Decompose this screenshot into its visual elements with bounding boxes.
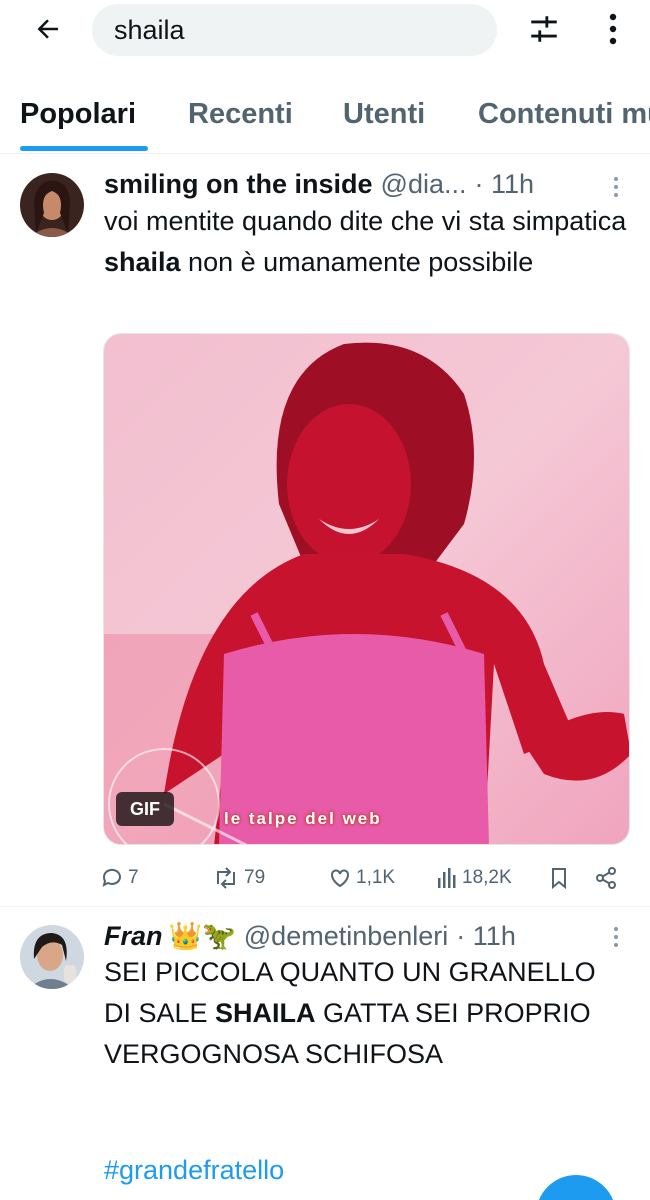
retweet-button[interactable]: 79 <box>212 860 265 896</box>
share-button[interactable] <box>594 860 622 896</box>
compose-button[interactable] <box>536 1175 616 1200</box>
more-vertical-icon <box>614 177 618 197</box>
tweet-media-gif[interactable]: GIF le talpe del web <box>103 333 630 845</box>
back-button[interactable] <box>26 10 70 48</box>
share-icon <box>596 867 616 889</box>
sliders-icon <box>531 16 557 42</box>
reply-icon <box>102 868 121 887</box>
search-tabs: Popolari Recenti Utenti Contenuti multim… <box>0 84 650 154</box>
tweet-text: SEI PICCOLA QUANTO UN GRANELLO DI SALE S… <box>104 957 596 1069</box>
tweet-time[interactable]: · 11h <box>456 921 516 952</box>
tweet-divider <box>0 906 650 907</box>
retweet-count: 79 <box>244 867 266 888</box>
tab-utenti[interactable]: Utenti <box>343 98 425 131</box>
arrow-left-icon <box>37 19 58 39</box>
tweet-actions: 7 79 1,1K 18,2K <box>100 860 630 896</box>
tab-recenti[interactable]: Recenti <box>188 98 293 131</box>
search-input[interactable] <box>114 14 474 46</box>
overflow-menu-button[interactable] <box>596 10 630 48</box>
like-button[interactable]: 1,1K <box>328 860 395 896</box>
more-vertical-icon <box>609 13 617 45</box>
author-handle[interactable]: @dia... <box>381 169 467 200</box>
like-count: 1,1K <box>356 867 396 888</box>
top-bar <box>0 0 650 62</box>
view-count: 18,2K <box>462 867 512 888</box>
bookmark-icon <box>552 868 566 890</box>
reply-button[interactable]: 7 <box>100 860 139 896</box>
avatar[interactable] <box>20 173 84 237</box>
tab-popolari[interactable]: Popolari <box>20 98 136 131</box>
retweet-icon <box>217 867 235 889</box>
tweet-header: smiling on the inside @dia... · 11h <box>104 166 534 202</box>
author-name[interactable]: smiling on the inside <box>104 169 373 200</box>
tweet-time[interactable]: · 11h <box>474 169 534 200</box>
search-term-highlight: shaila <box>104 247 181 277</box>
search-box[interactable] <box>92 4 497 56</box>
name-emoji: 👑🦖 <box>168 921 236 951</box>
views-button[interactable]: 18,2K <box>436 860 512 896</box>
bar-chart-icon <box>438 868 456 888</box>
tweet-header: Fran 👑🦖 @demetinbenleri · 11h <box>104 918 516 954</box>
active-tab-indicator <box>20 146 148 151</box>
watermark: le talpe del web <box>224 809 382 828</box>
gif-image <box>104 334 629 844</box>
search-filter-button[interactable] <box>523 10 565 48</box>
hashtag-link[interactable]: #grandefratello <box>104 1155 284 1186</box>
tweet-more-button[interactable] <box>606 172 626 202</box>
author-name[interactable]: Fran <box>104 921 163 952</box>
tweet-more-button[interactable] <box>606 922 626 952</box>
heart-icon <box>331 869 349 888</box>
author-handle[interactable]: @demetinbenleri <box>244 921 449 952</box>
more-vertical-icon <box>614 927 618 947</box>
search-term-highlight: SHAILA <box>215 998 316 1028</box>
gif-badge: GIF <box>116 792 174 826</box>
tweet-text: voi mentite quando dite che vi sta simpa… <box>104 206 627 277</box>
avatar[interactable] <box>20 925 84 989</box>
bookmark-button[interactable] <box>548 860 574 896</box>
tab-contenuti-multimediali[interactable]: Contenuti multimediali <box>478 98 650 131</box>
reply-count: 7 <box>128 867 139 888</box>
